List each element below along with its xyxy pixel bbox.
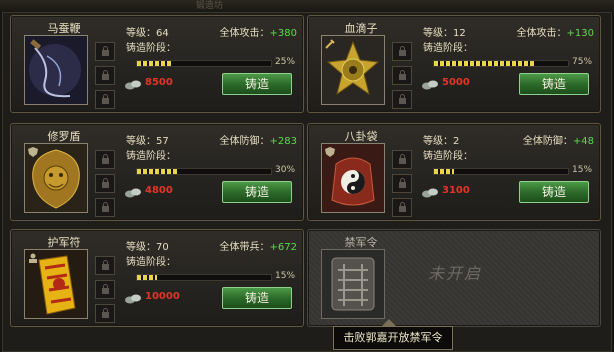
top-bar: 锻造坊 — [0, 0, 614, 12]
item-card-shield: 修罗盾 等级：57 全体防御：+283 铸造阶段： 30% 4800 铸造 — [10, 123, 304, 221]
window-title: 锻造坊 — [196, 1, 224, 11]
forge-button[interactable]: 铸造 — [222, 181, 292, 203]
stat-bonus: 全体攻击：+380 — [219, 28, 297, 39]
progress-bar — [433, 168, 569, 175]
gem-slot-lock-2[interactable] — [95, 66, 115, 85]
bloodtrap-icon[interactable] — [321, 35, 385, 105]
gem-slot-lock-1[interactable] — [95, 150, 115, 169]
gem-slot-lock-2[interactable] — [95, 174, 115, 193]
item-name: 血滴子 — [344, 22, 378, 35]
level-label: 等级：57 — [126, 136, 169, 147]
item-card-locked: 禁军令 未开启 — [307, 229, 601, 327]
gem-slot-lock-3[interactable] — [95, 198, 115, 217]
forge-cost: 5000 — [442, 77, 470, 88]
forge-cost: 10000 — [145, 291, 180, 302]
stage-label: 铸造阶段： — [423, 43, 473, 54]
gem-slot-lock-3[interactable] — [392, 90, 412, 109]
level-label: 等级：2 — [423, 136, 460, 147]
level-value: 2 — [453, 136, 460, 147]
progress-bar — [433, 60, 569, 67]
shield-badge-icon — [28, 147, 38, 157]
silver-icon — [125, 80, 141, 90]
progress-bar — [136, 274, 272, 281]
stat-bonus: 全体防御：+283 — [219, 136, 297, 147]
forge-button[interactable]: 铸造 — [519, 73, 589, 95]
item-card-bloodtrap: 血滴子 等级：12 全体攻击：+130 铸造阶段： 75% 5000 铸造 — [307, 15, 601, 113]
forge-cost: 4800 — [145, 185, 173, 196]
stat-bonus: 全体防御：+48 — [522, 136, 594, 147]
gem-slot-lock-1[interactable] — [392, 150, 412, 169]
stat-bonus: 全体带兵：+672 — [219, 242, 297, 253]
item-card-whip: 马蚕鞭 等级：64 全体攻击：+380 铸造阶段： 25% 8500 铸造 — [10, 15, 304, 113]
whip-icon[interactable] — [24, 35, 88, 105]
weapon-badge-icon — [325, 39, 335, 49]
level-label: 等级：70 — [126, 242, 169, 253]
forge-cost: 3100 — [442, 185, 470, 196]
silver-icon — [125, 294, 141, 304]
level-label: 等级：64 — [126, 28, 169, 39]
progress-bar — [136, 168, 272, 175]
progress-percent: 25% — [275, 57, 296, 67]
gem-slot-lock-3[interactable] — [95, 304, 115, 323]
stage-label: 铸造阶段： — [126, 257, 176, 268]
item-name: 马蚕鞭 — [47, 22, 81, 35]
progress-percent: 15% — [275, 271, 296, 281]
not-open-status: 未开启 — [428, 264, 483, 283]
progress-percent: 75% — [572, 57, 593, 67]
item-name: 八卦袋 — [344, 130, 378, 143]
tooltip-arrow — [382, 319, 396, 326]
level-value: 64 — [156, 28, 169, 39]
gem-slot-lock-1[interactable] — [95, 42, 115, 61]
item-name: 修罗盾 — [47, 130, 81, 143]
stat-bonus: 全体攻击：+130 — [516, 28, 594, 39]
talisman-icon[interactable] — [24, 249, 88, 319]
level-label: 等级：12 — [423, 28, 466, 39]
shield-badge-icon — [325, 147, 335, 157]
progress-percent: 15% — [572, 165, 593, 175]
item-name: 护军符 — [47, 236, 81, 249]
gem-slot-lock-3[interactable] — [95, 90, 115, 109]
silver-icon — [422, 188, 438, 198]
forge-button[interactable]: 铸造 — [222, 73, 292, 95]
stage-label: 铸造阶段： — [126, 43, 176, 54]
gem-slot-lock-3[interactable] — [392, 198, 412, 217]
level-value: 12 — [453, 28, 466, 39]
shield-icon[interactable] — [24, 143, 88, 213]
forge-button[interactable]: 铸造 — [222, 287, 292, 309]
gem-slot-lock-1[interactable] — [392, 42, 412, 61]
item-name: 禁军令 — [344, 236, 378, 249]
level-value: 70 — [156, 242, 169, 253]
imperial-token-icon[interactable] — [321, 249, 385, 319]
gem-slot-lock-2[interactable] — [392, 66, 412, 85]
gem-slot-lock-2[interactable] — [392, 174, 412, 193]
item-card-talisman: 护军符 等级：70 全体带兵：+672 铸造阶段： 15% 10000 铸造 — [10, 229, 304, 327]
gem-slot-lock-1[interactable] — [95, 256, 115, 275]
stage-label: 铸造阶段： — [126, 151, 176, 162]
progress-bar — [136, 60, 272, 67]
progress-percent: 30% — [275, 165, 296, 175]
bagua-bag-icon[interactable] — [321, 143, 385, 213]
troops-badge-icon — [29, 253, 37, 263]
stage-label: 铸造阶段： — [423, 151, 473, 162]
forge-cost: 8500 — [145, 77, 173, 88]
unlock-tooltip: 击败郭嘉开放禁军令 — [333, 326, 453, 350]
gem-slot-lock-2[interactable] — [95, 280, 115, 299]
level-value: 57 — [156, 136, 169, 147]
silver-icon — [422, 80, 438, 90]
forge-button[interactable]: 铸造 — [519, 181, 589, 203]
silver-icon — [125, 188, 141, 198]
item-card-bagua-bag: 八卦袋 等级：2 全体防御：+48 铸造阶段： 15% 3100 铸造 — [307, 123, 601, 221]
